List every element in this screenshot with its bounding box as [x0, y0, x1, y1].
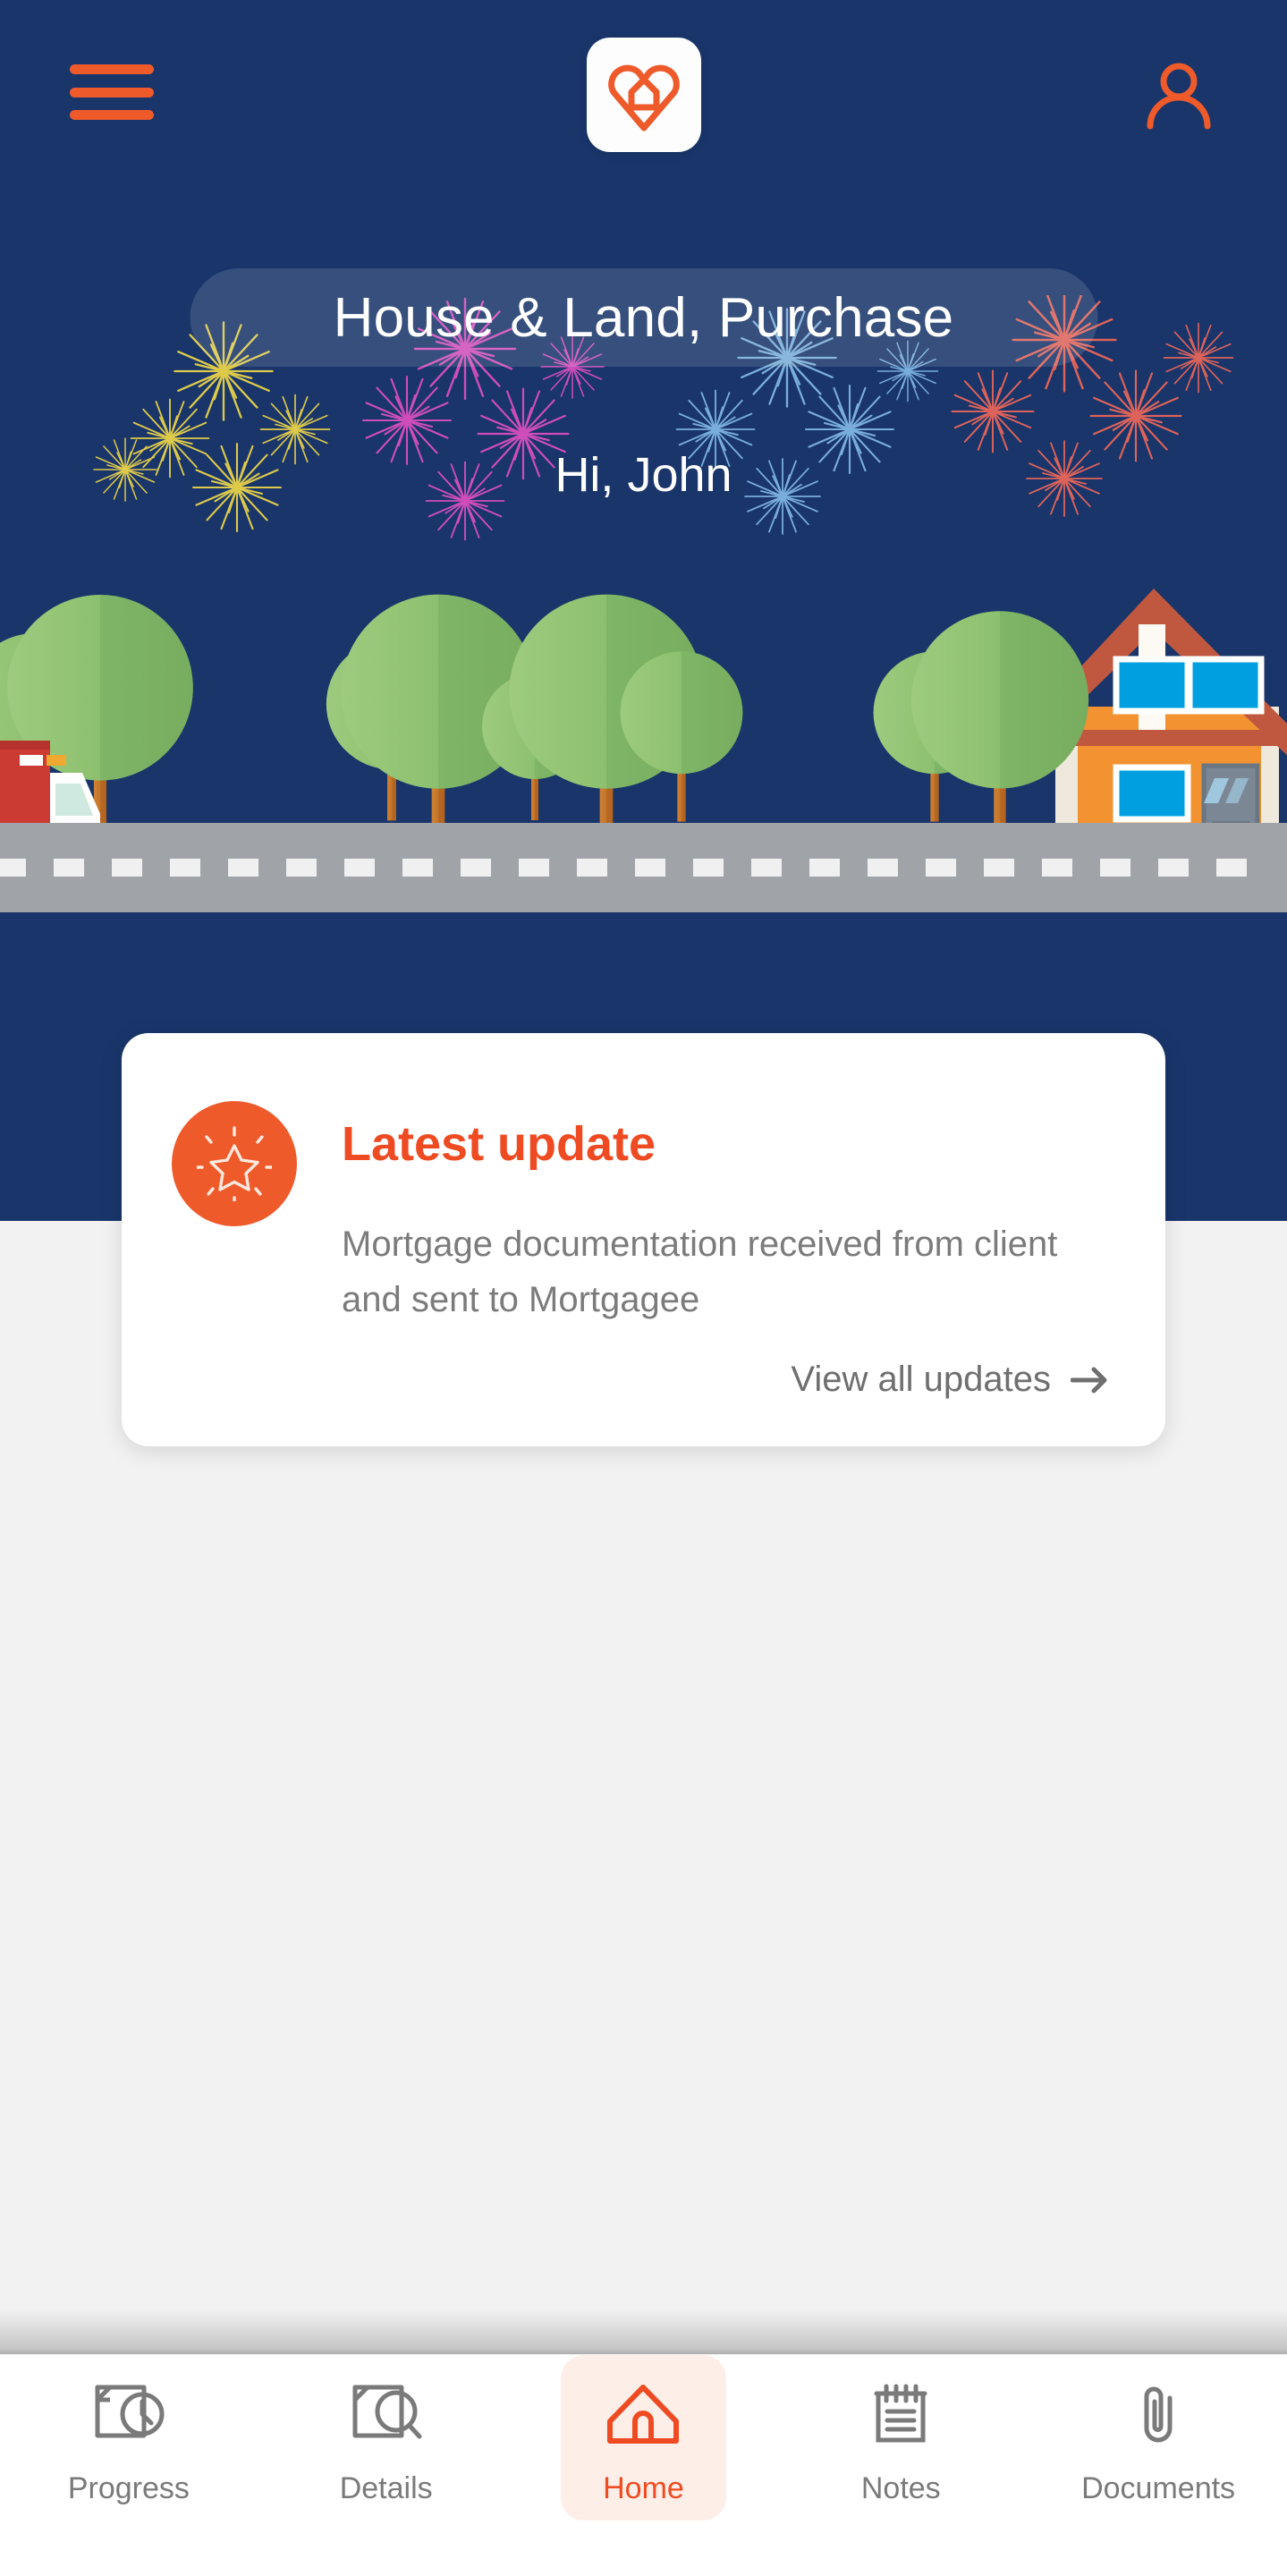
- nav-label-notes: Notes: [860, 2471, 941, 2505]
- arrow-right-icon: [1071, 1367, 1107, 1393]
- app-screen: House & Land, Purchase Hi, John Latest u…: [0, 0, 1287, 2576]
- document-search-icon: [348, 2375, 425, 2457]
- nav-label-progress: Progress: [67, 2471, 190, 2505]
- nav-item-progress[interactable]: Progress: [46, 2355, 211, 2521]
- hamburger-bar: [70, 64, 154, 74]
- nav-label-details: Details: [339, 2471, 433, 2505]
- card-body-text: Mortgage documentation received from cli…: [342, 1224, 1058, 1319]
- hamburger-bar: [70, 87, 154, 97]
- bottom-navigation-bar: Progress Details Home Notes Documents: [0, 2354, 1287, 2576]
- view-all-updates-link[interactable]: View all updates: [791, 1360, 1110, 1400]
- app-logo[interactable]: [586, 38, 701, 152]
- heart-house-logo-icon: [607, 64, 680, 131]
- nav-item-documents[interactable]: Documents: [1076, 2355, 1241, 2521]
- nav-item-home[interactable]: Home: [560, 2355, 726, 2521]
- road: [0, 823, 1287, 912]
- hamburger-bar: [70, 110, 154, 120]
- app-header: [0, 0, 1287, 179]
- moving-day-illustration: [0, 589, 1287, 912]
- view-all-updates-label: View all updates: [791, 1360, 1051, 1399]
- nav-item-notes[interactable]: Notes: [818, 2355, 984, 2521]
- hamburger-menu-icon[interactable]: [70, 64, 154, 120]
- notepad-icon: [862, 2375, 939, 2457]
- nav-top-shadow: [0, 2309, 1287, 2354]
- document-clock-icon: [90, 2375, 167, 2457]
- card-title: Latest update: [342, 1117, 656, 1171]
- greeting-text: Hi, John: [555, 448, 732, 502]
- deal-title-banner: House & Land, Purchase: [190, 268, 1097, 367]
- nav-item-details[interactable]: Details: [303, 2355, 469, 2521]
- page-title: House & Land, Purchase: [333, 286, 954, 349]
- nav-label-home: Home: [603, 2471, 684, 2505]
- nav-label-documents: Documents: [1081, 2471, 1236, 2505]
- latest-update-card[interactable]: Latest update Mortgage documentation rec…: [122, 1033, 1165, 1446]
- user-profile-icon: [1147, 63, 1211, 130]
- sparkle-star-icon: [172, 1101, 297, 1226]
- profile-button[interactable]: [1137, 54, 1221, 138]
- home-icon: [605, 2375, 682, 2457]
- paperclip-icon: [1120, 2375, 1197, 2457]
